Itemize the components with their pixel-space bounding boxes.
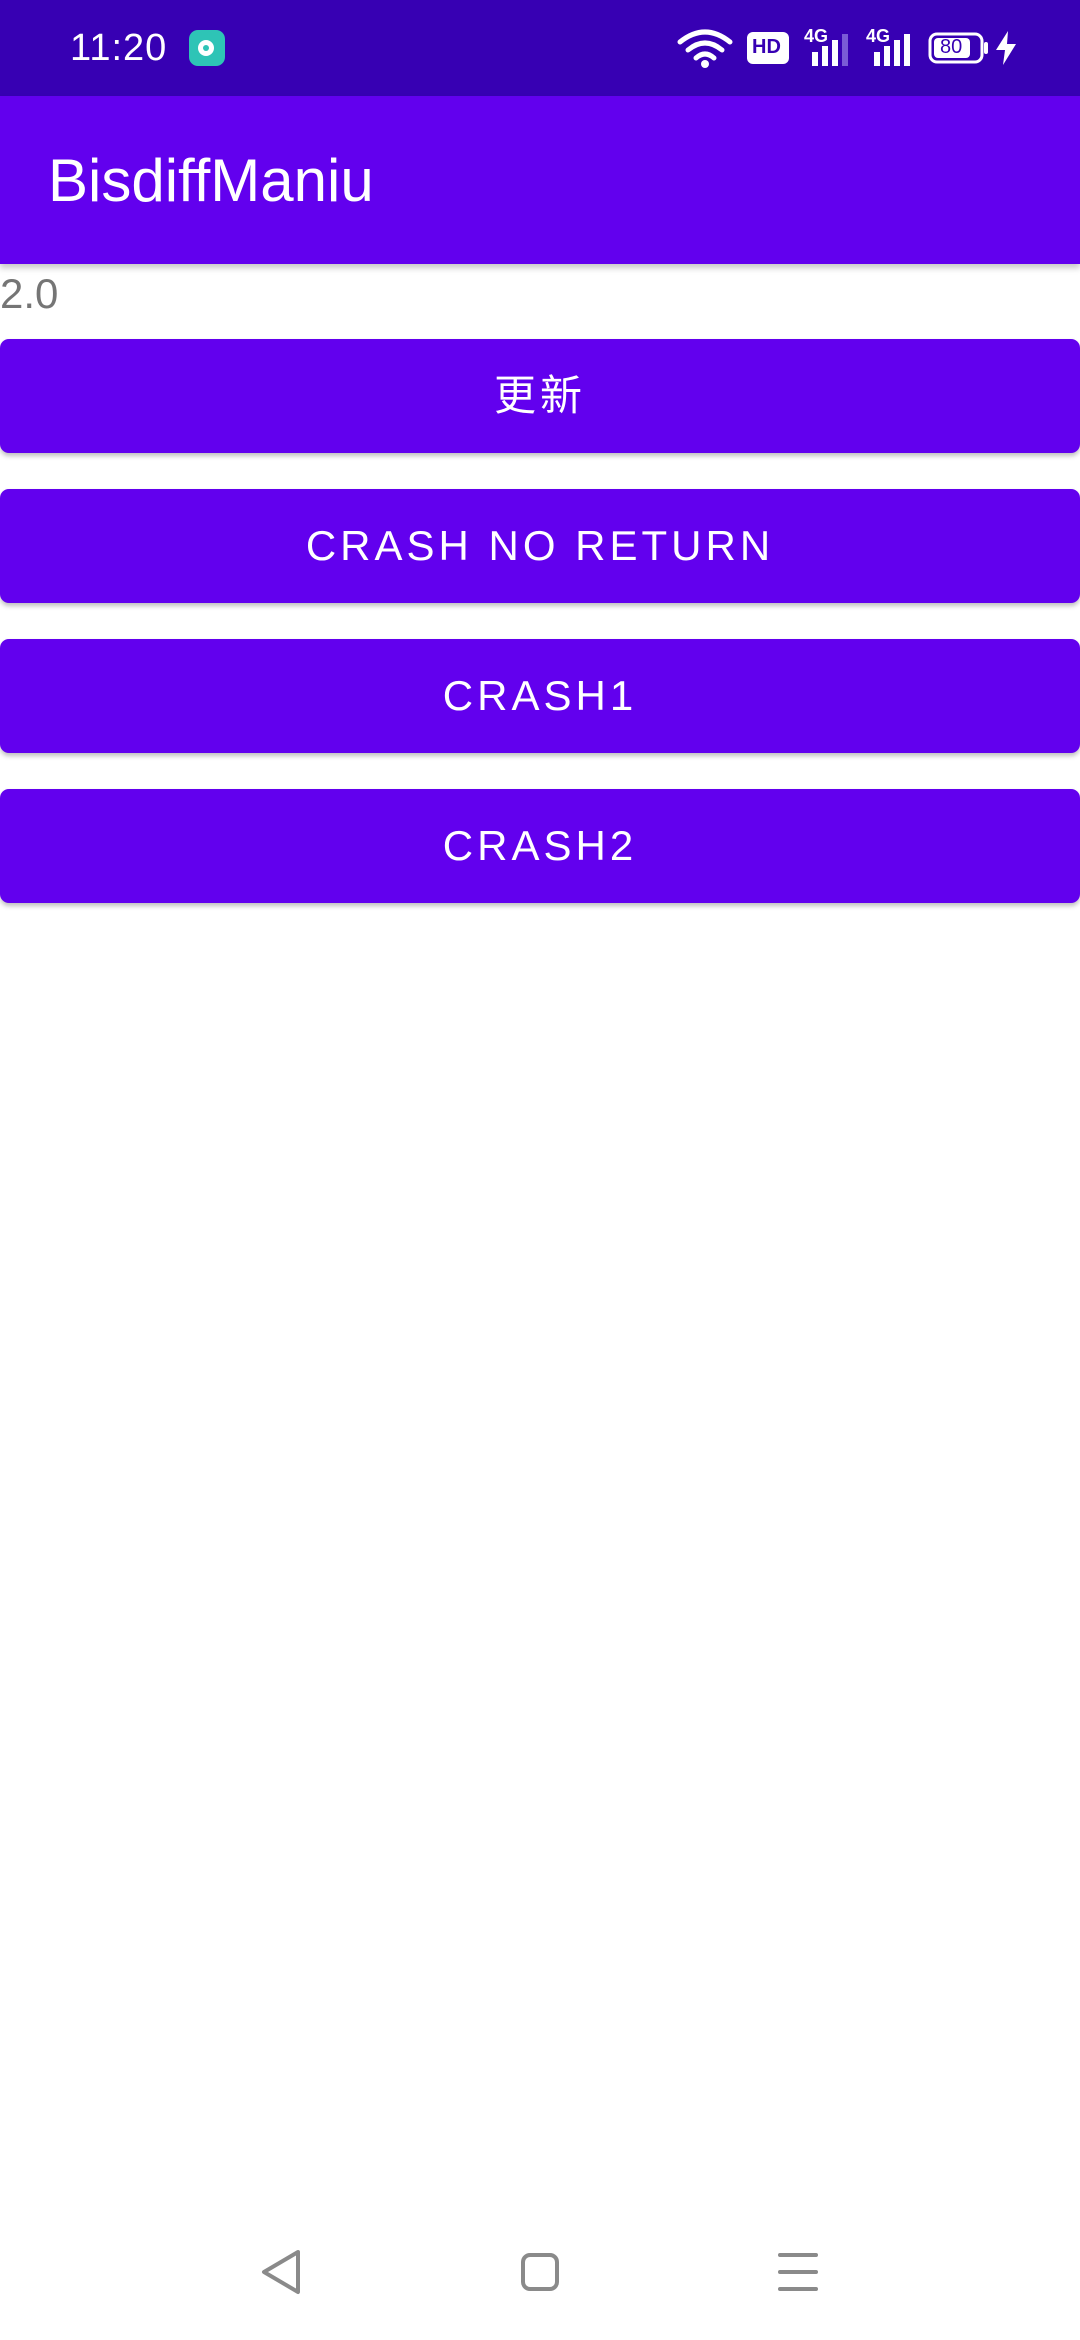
notification-app-icon bbox=[189, 30, 225, 66]
status-time: 11:20 bbox=[70, 27, 168, 69]
crash1-button[interactable]: CRASH1 bbox=[0, 639, 1080, 753]
crash2-button[interactable]: CRASH2 bbox=[0, 789, 1080, 903]
status-icons: HD 4G 4G 80 bbox=[660, 0, 1080, 96]
update-button[interactable]: 更新 bbox=[0, 339, 1080, 453]
app-title: BisdiffManiu bbox=[48, 147, 374, 214]
navigation-bar bbox=[0, 2210, 1080, 2340]
version-label: 2.0 bbox=[0, 270, 59, 317]
app-bar: BisdiffManiu bbox=[0, 96, 1080, 264]
back-button[interactable] bbox=[222, 2210, 342, 2340]
status-bar: 11:20 HD 4G 4G 80 bbox=[0, 0, 1080, 96]
home-button[interactable] bbox=[480, 2210, 600, 2340]
recents-button[interactable] bbox=[738, 2210, 858, 2340]
crash-no-return-button[interactable]: CRASH NO RETURN bbox=[0, 489, 1080, 603]
